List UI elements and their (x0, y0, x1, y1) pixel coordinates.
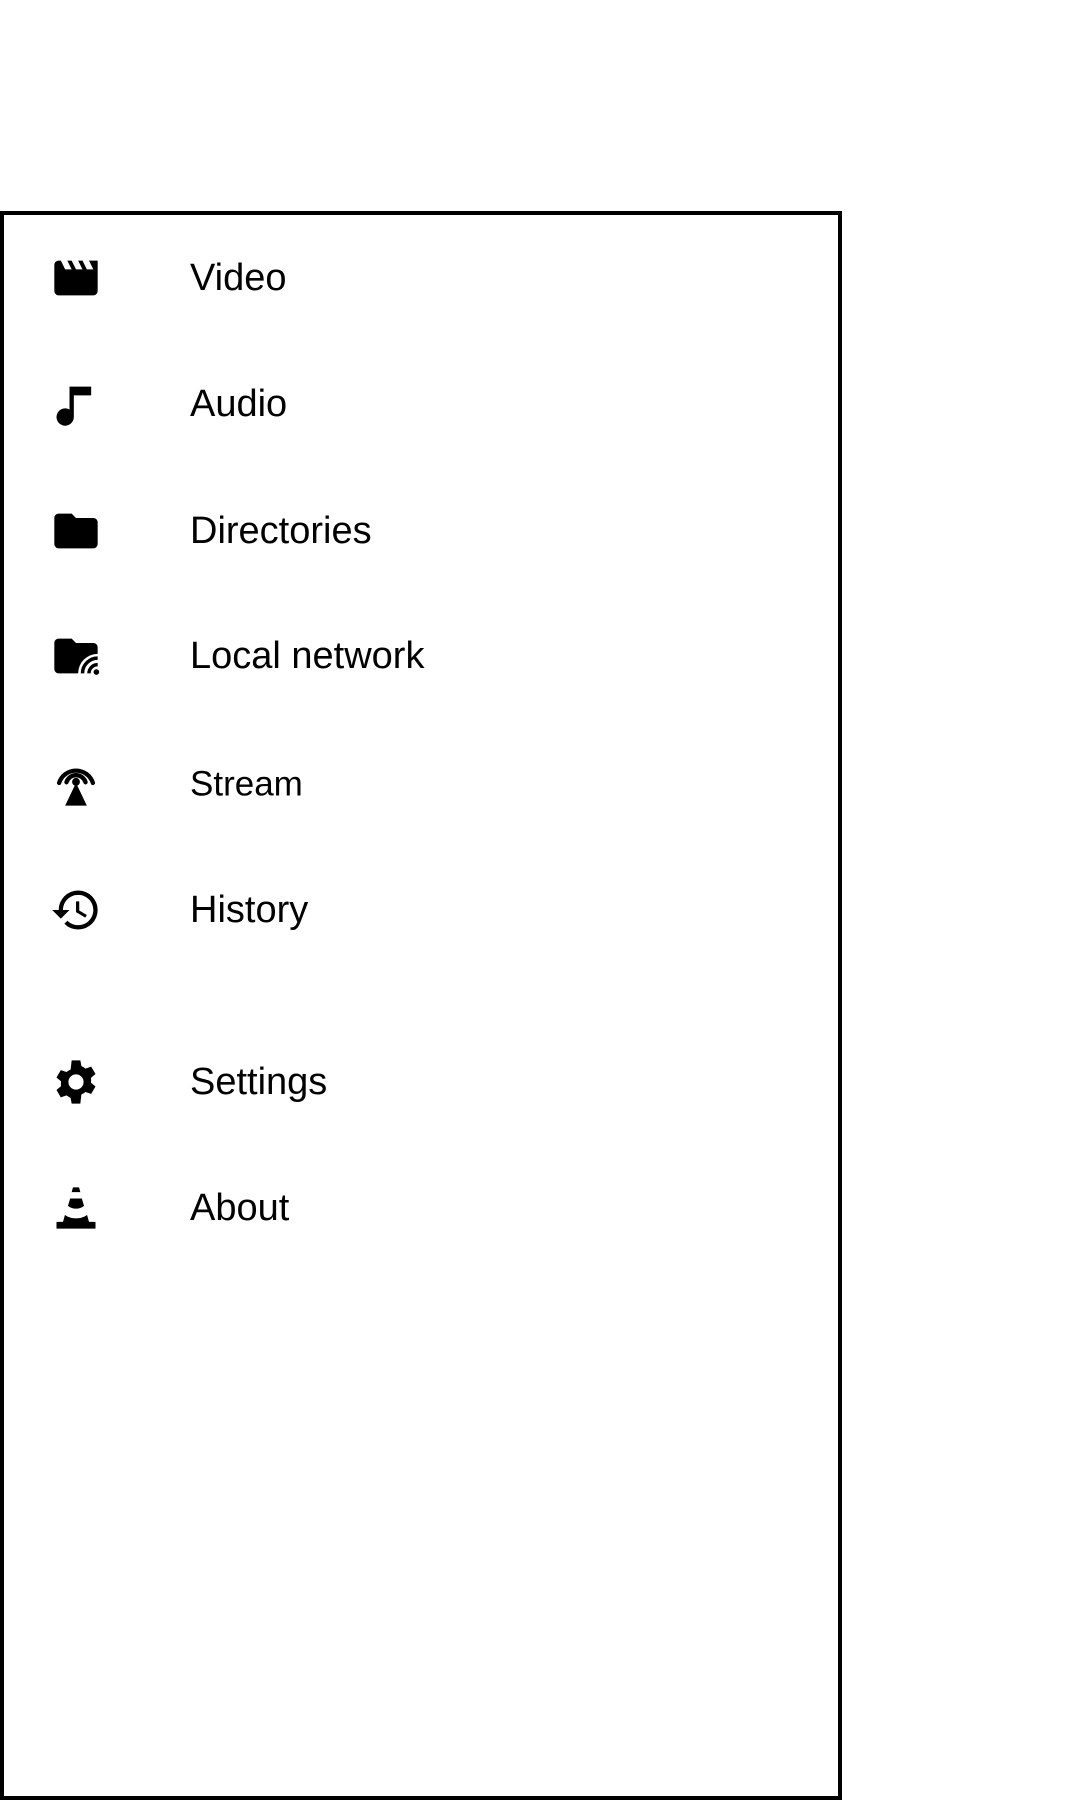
menu-item-label: Audio (190, 383, 288, 425)
menu-item-label: History (190, 889, 309, 931)
menu-item-audio[interactable]: Audio (4, 349, 838, 459)
menu-item-history[interactable]: History (4, 855, 838, 965)
history-icon (50, 884, 102, 936)
menu-item-label: Stream (190, 764, 303, 804)
menu-item-video[interactable]: Video (4, 223, 838, 333)
menu-item-directories[interactable]: Directories (4, 476, 838, 586)
antenna-icon (50, 758, 102, 810)
menu-item-local-network[interactable]: Local network (4, 601, 838, 711)
menu-item-label: Video (190, 257, 287, 299)
music-note-icon (50, 378, 102, 430)
menu-item-about[interactable]: About (4, 1153, 838, 1263)
folder-icon (50, 505, 102, 557)
menu-item-label: Local network (190, 635, 425, 677)
menu-item-label: Directories (190, 510, 372, 552)
menu-item-stream[interactable]: Stream (4, 729, 838, 839)
navigation-drawer: Video Audio Directories Local network St… (0, 211, 842, 1800)
clapperboard-icon (50, 252, 102, 304)
gear-icon (50, 1056, 102, 1108)
traffic-cone-icon (50, 1182, 102, 1234)
menu-item-settings[interactable]: Settings (4, 1027, 838, 1137)
menu-item-label: About (190, 1187, 290, 1229)
network-folder-icon (50, 630, 102, 682)
menu-item-label: Settings (190, 1061, 328, 1103)
